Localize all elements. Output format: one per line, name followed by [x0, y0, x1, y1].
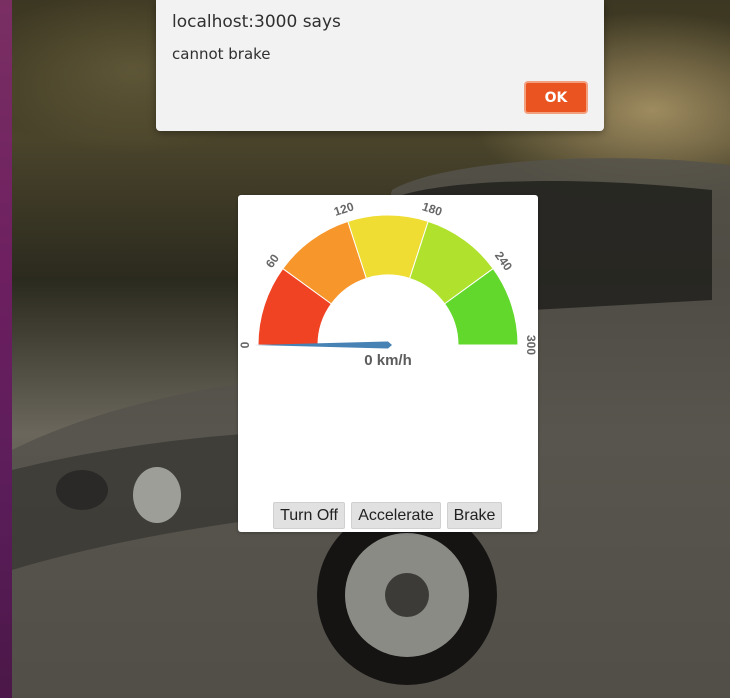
- gauge-tick-label: 60: [263, 251, 282, 270]
- brake-button[interactable]: Brake: [447, 502, 502, 529]
- alert-dialog: localhost:3000 says cannot brake OK: [156, 0, 604, 131]
- gauge-tick-label: 0: [238, 341, 252, 348]
- gauge-tick-label: 240: [492, 249, 515, 274]
- gauge-tick-label: 120: [332, 199, 356, 219]
- screen: 0 60 120 180 240 300 0 km/h Turn Off Accelera…: [0, 0, 730, 698]
- ok-button[interactable]: OK: [524, 81, 588, 114]
- turn-off-button[interactable]: Turn Off: [273, 502, 345, 529]
- dialog-message: cannot brake: [172, 45, 271, 63]
- speed-readout: 0 km/h: [364, 352, 412, 369]
- dialog-title: localhost:3000 says: [172, 12, 341, 32]
- accelerate-button[interactable]: Accelerate: [351, 502, 441, 529]
- speedometer-panel: 0 60 120 180 240 300 0 km/h: [238, 195, 538, 532]
- gauge-tick-label: 180: [420, 199, 444, 219]
- desktop-background-strip: [0, 0, 12, 698]
